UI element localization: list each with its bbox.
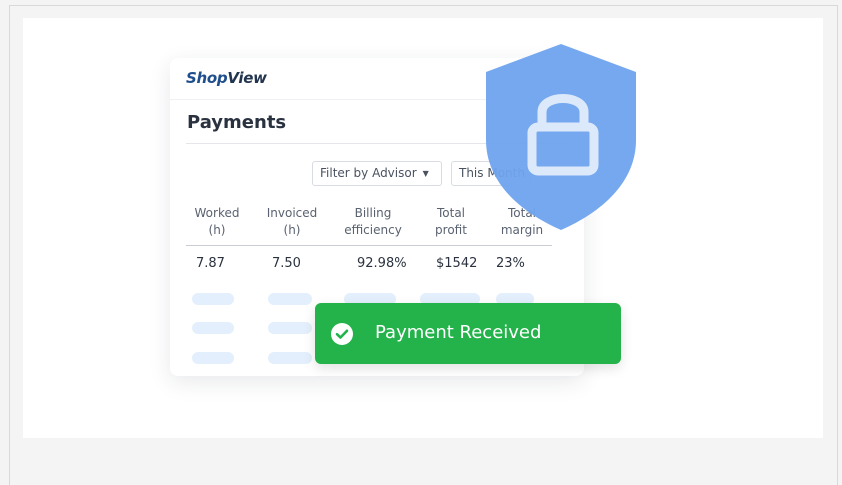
skeleton-placeholder [268, 293, 312, 305]
chevron-down-icon: ▼ [422, 169, 429, 178]
skeleton-placeholder [192, 322, 234, 334]
column-header-line1: Total [436, 206, 466, 220]
logo-part-view: View [227, 69, 267, 87]
check-circle-icon [331, 323, 353, 345]
shopview-logo: ShopView [186, 69, 267, 87]
column-header-line2: efficiency [344, 223, 402, 237]
payment-received-toast[interactable]: Payment Received [315, 303, 621, 364]
advisor-filter-select[interactable]: Filter by Advisor ▼ [312, 161, 442, 186]
page-title: Payments [187, 112, 287, 133]
column-header-line1: Worked [194, 206, 240, 220]
column-header-line1: Billing [354, 206, 392, 220]
column-header-line2: profit [435, 223, 467, 237]
cell-worked: 7.87 [196, 256, 225, 271]
skeleton-placeholder [192, 352, 234, 364]
column-header-total-profit: Total profit [428, 205, 474, 239]
column-header-invoiced: Invoiced (h) [262, 205, 322, 239]
cell-total-profit: $1542 [436, 256, 478, 271]
logo-part-shop: Shop [186, 69, 228, 87]
column-header-line2: (h) [208, 223, 226, 237]
column-header-line2: (h) [283, 223, 301, 237]
skeleton-placeholder [268, 352, 312, 364]
column-header-worked: Worked (h) [190, 205, 244, 239]
column-header-billing-efficiency: Billing efficiency [338, 205, 408, 239]
toast-message: Payment Received [375, 322, 542, 343]
column-header-line1: Invoiced [266, 206, 318, 220]
table-header-divider [186, 245, 552, 246]
shield-lock-icon [486, 44, 636, 230]
cell-billing-efficiency: 92.98% [357, 256, 407, 271]
cell-invoiced: 7.50 [272, 256, 301, 271]
skeleton-placeholder [192, 293, 234, 305]
advisor-filter-label: Filter by Advisor [320, 166, 417, 180]
cell-total-margin: 23% [496, 256, 525, 271]
skeleton-placeholder [268, 322, 312, 334]
